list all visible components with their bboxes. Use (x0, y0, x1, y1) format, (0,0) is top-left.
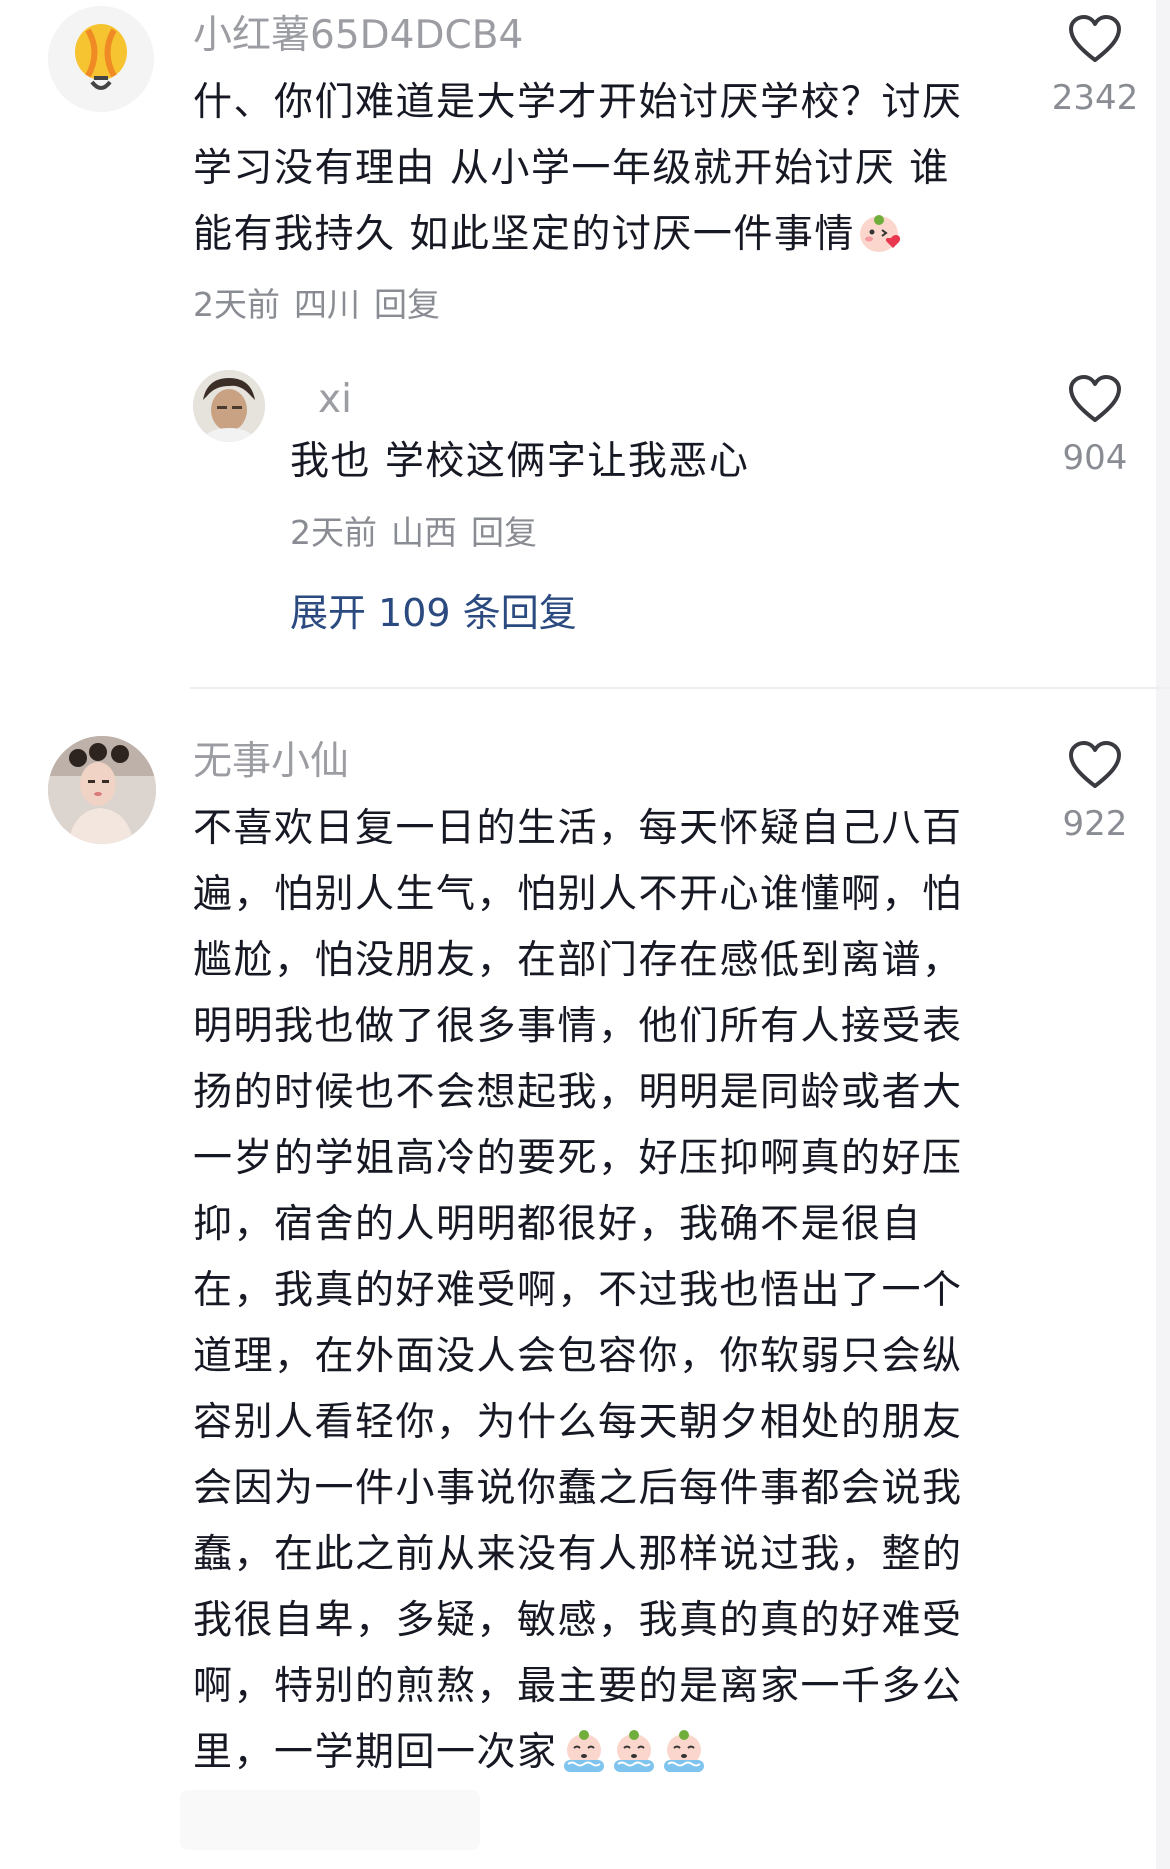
like-button[interactable]: 2342 (1035, 14, 1155, 118)
comment-text-line: 什、你们难道是大学才开始讨厌学校？讨厌 (193, 80, 963, 125)
comment-text-line: 扬的时候也不会想起我，明明是同龄或者大 (193, 1070, 963, 1115)
kissing-face-emoji (859, 215, 900, 252)
comment-text-line: 不喜欢日复一日的生活，每天怀疑自己八百 (193, 806, 963, 851)
reply-meta: 2天前 山西 回复 (290, 513, 551, 553)
like-button[interactable]: 922 (1035, 740, 1155, 844)
reply-button[interactable]: 回复 (471, 513, 537, 552)
reply-text: 我也 学校这俩字让我恶心 (290, 429, 749, 495)
comment-text-line: 一岁的学姐高冷的要死，好压抑啊真的好压 (193, 1136, 963, 1181)
user-photo-avatar (193, 370, 265, 442)
like-count: 904 (1062, 438, 1128, 478)
reply-username[interactable]: xi (318, 376, 352, 424)
comment-text-line: 明明我也做了很多事情，他们所有人接受表 (193, 1004, 963, 1049)
crying-face-emoji (663, 1730, 704, 1772)
comment-text-line: 我很自卑，多疑，敏感，我真的真的好难受 (193, 1598, 963, 1643)
expand-replies-button[interactable]: 展开 109 条回复 (290, 590, 577, 636)
comment-text-fragment: 能有我持久 如此坚定的讨厌一件事情 (193, 212, 855, 257)
divider (190, 687, 1170, 689)
comment-time: 2天前 (193, 285, 280, 324)
comment-text-line: 尴尬，怕没朋友，在部门存在感低到离谱， (193, 938, 963, 983)
comment-text-line: 会因为一件小事说你蠢之后每件事都会说我 (193, 1466, 963, 1511)
comment-text-line: 抑，宿舍的人明明都很好，我确不是很自 (193, 1202, 923, 1247)
heart-icon (1069, 15, 1121, 62)
comment-text-line: 容别人看轻你，为什么每天朝夕相处的朋友 (193, 1400, 963, 1445)
like-button[interactable]: 904 (1035, 374, 1155, 478)
avatar[interactable] (48, 6, 154, 112)
like-count: 922 (1062, 804, 1128, 844)
comment-text-line: 遍，怕别人生气，怕别人不开心谁懂啊，怕 (193, 872, 963, 917)
user-photo-avatar (48, 736, 156, 844)
scroll-edge-shade (1156, 0, 1170, 1869)
comment-text-line: 道理，在外面没人会包容你，你软弱只会纵 (193, 1334, 963, 1379)
comment-text-line: 蠢，在此之前从来没有人那样说过我，整的 (193, 1532, 963, 1577)
comment-text-line: 里，一学期回一次家 (193, 1720, 963, 1786)
like-count: 2342 (1051, 78, 1139, 118)
avatar[interactable] (193, 370, 265, 442)
comment-text-line: 能有我持久 如此坚定的讨厌一件事情 (193, 202, 963, 268)
heart-icon (1069, 741, 1121, 788)
comment-text: 什、你们难道是大学才开始讨厌学校？讨厌 学习没有理由 从小学一年级就开始讨厌 谁… (193, 70, 963, 268)
truncated-content (180, 1790, 480, 1850)
comment-text: 不喜欢日复一日的生活，每天怀疑自己八百 遍，怕别人生气，怕别人不开心谁懂啊，怕 … (193, 796, 963, 1786)
hot-air-balloon-icon (48, 6, 154, 112)
reply-button[interactable]: 回复 (374, 285, 440, 324)
comment-username[interactable]: 小红薯65D4DCB4 (193, 12, 523, 60)
comment-text-line: 啊，特别的煎熬，最主要的是离家一千多公 (193, 1664, 963, 1709)
comment-text-fragment: 里，一学期回一次家 (193, 1730, 558, 1775)
comment-meta: 2天前 四川 回复 (193, 285, 454, 325)
crying-face-emoji (613, 1730, 654, 1772)
comment-text-line: 学习没有理由 从小学一年级就开始讨厌 谁 (193, 146, 950, 191)
crying-face-emoji (563, 1730, 604, 1772)
reply-time: 2天前 (290, 513, 377, 552)
avatar[interactable] (48, 736, 156, 844)
comment-username[interactable]: 无事小仙 (193, 738, 349, 786)
comment-location: 四川 (294, 285, 360, 324)
heart-icon (1069, 375, 1121, 422)
reply-location: 山西 (391, 513, 457, 552)
comment-text-line: 在，我真的好难受啊，不过我也悟出了一个 (193, 1268, 963, 1313)
reply-text-line: 我也 学校这俩字让我恶心 (290, 439, 750, 484)
